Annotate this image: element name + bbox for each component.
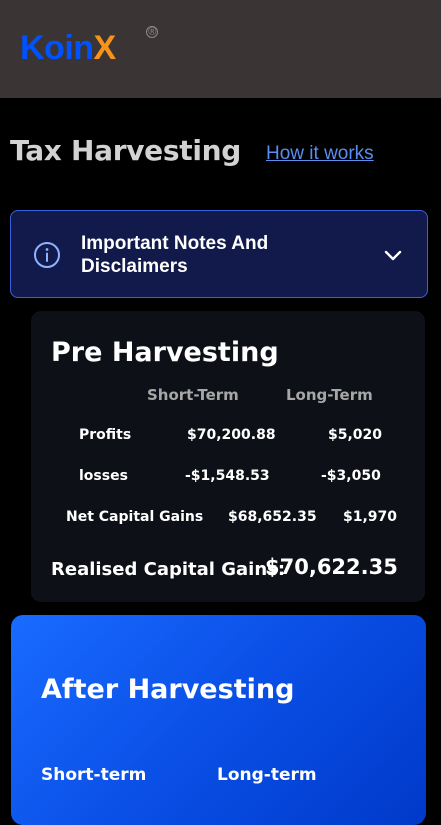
col-short-term-header: Short-Term (147, 386, 239, 404)
pre-harvesting-card: Pre Harvesting Short-Term Long-Term Prof… (31, 311, 425, 602)
net-gains-long-value: $1,970 (343, 509, 398, 525)
after-col-short-term: Short-term (41, 765, 147, 785)
registered-mark: ® (146, 26, 158, 38)
how-it-works-link[interactable]: How it works (266, 143, 374, 165)
profits-short-value: $70,200.88 (187, 427, 276, 443)
app-header: KoinX ® (0, 0, 441, 98)
losses-short-value: -$1,548.53 (185, 468, 270, 484)
logo-primary: Koin (20, 29, 94, 67)
info-icon (34, 242, 60, 268)
notes-label: Important Notes And Disclaimers (81, 233, 269, 277)
after-harvesting-title: After Harvesting (41, 674, 295, 705)
row-label-net-capital-gains: Net Capital Gains (66, 509, 204, 525)
net-gains-short-value: $68,652.35 (228, 509, 317, 525)
realised-gains-value: $70,622.35 (265, 555, 398, 579)
koinx-logo[interactable]: KoinX ® (20, 26, 158, 68)
logo-accent: X (93, 29, 117, 67)
realised-gains-label: Realised Capital Gains: (51, 559, 286, 580)
losses-long-value: -$3,050 (321, 468, 381, 484)
col-long-term-header: Long-Term (286, 386, 373, 404)
after-harvesting-card: After Harvesting Short-term Long-term (11, 615, 426, 825)
notes-disclaimer-accordion[interactable]: Important Notes And Disclaimers (10, 210, 428, 298)
chevron-down-icon[interactable] (383, 245, 403, 265)
pre-harvesting-title: Pre Harvesting (51, 337, 279, 368)
profits-long-value: $5,020 (328, 427, 383, 443)
row-label-losses: losses (79, 468, 128, 484)
page-title: Tax Harvesting (10, 134, 241, 167)
row-label-profits: Profits (79, 427, 132, 443)
after-col-long-term: Long-term (217, 765, 317, 785)
